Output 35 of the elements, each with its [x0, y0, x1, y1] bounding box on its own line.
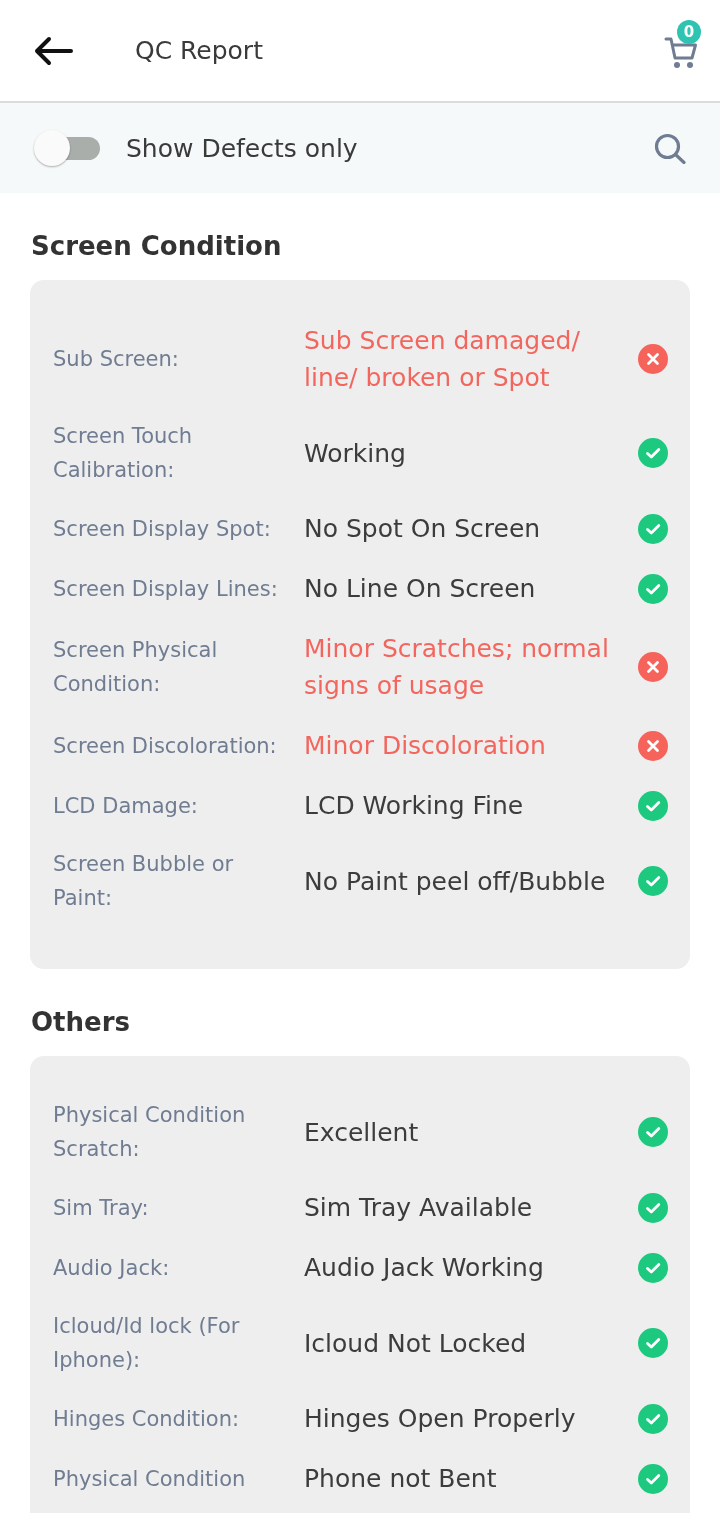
- item-label: Icloud/Id lock (For Iphone):: [53, 1313, 241, 1374]
- item-label: Audio Jack:: [53, 1254, 171, 1282]
- item-value: Hinges Open Properly: [304, 1403, 577, 1435]
- item-label: Physical Condition: [53, 1465, 247, 1493]
- item-label: LCD Damage:: [53, 792, 199, 820]
- item-label: Screen Display Lines:: [53, 575, 279, 603]
- item-value: Audio Jack Working: [304, 1252, 545, 1284]
- cart-count-badge: 0: [677, 19, 701, 44]
- item-label: Physical Condition Scratch:: [53, 1102, 247, 1163]
- item-label: Screen Touch Calibration:: [53, 423, 194, 484]
- item-label: Screen Display Spot:: [53, 515, 272, 543]
- item-value: Phone not Bent: [304, 1463, 498, 1495]
- item-value: No Spot On Screen: [304, 513, 542, 545]
- item-value: No Paint peel off/Bubble: [304, 865, 607, 898]
- item-label: Sim Tray:: [53, 1194, 150, 1222]
- item-value: No Line On Screen: [304, 573, 537, 605]
- item-label: Screen Bubble or Paint:: [53, 851, 235, 912]
- section-title: Screen Condition: [31, 230, 283, 263]
- item-value: Working: [304, 437, 407, 470]
- item-value: LCD Working Fine: [304, 790, 525, 822]
- toggle-label: Show Defects only: [126, 133, 359, 163]
- item-value: Minor Scratches; normal signs of usage: [304, 633, 610, 702]
- item-label: Screen Physical Condition:: [53, 637, 219, 698]
- item-value: Minor Discoloration: [304, 730, 547, 762]
- item-label: Sub Screen:: [53, 346, 180, 373]
- item-value: Sub Screen damaged/ line/ broken or Spot: [304, 325, 581, 394]
- item-label: Screen Discoloration:: [53, 732, 278, 760]
- item-value: Sim Tray Available: [304, 1192, 534, 1224]
- item-label: Hinges Condition:: [53, 1405, 241, 1433]
- back-arrow-icon[interactable]: [33, 35, 73, 66]
- page-title: QC Report: [135, 36, 264, 65]
- item-value: Excellent: [304, 1116, 420, 1149]
- section-title: Others: [31, 1006, 131, 1039]
- item-value: Icloud Not Locked: [304, 1327, 528, 1360]
- search-icon[interactable]: [654, 132, 686, 164]
